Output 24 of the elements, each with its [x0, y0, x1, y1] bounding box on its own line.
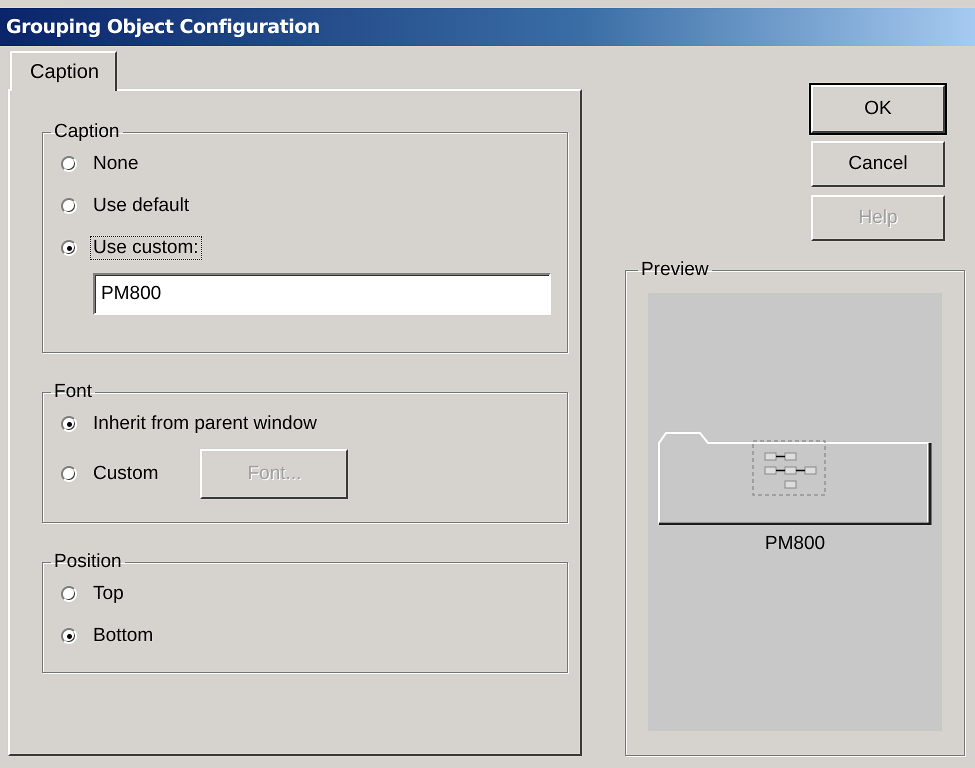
- radio-button[interactable]: Use default: [61, 189, 192, 223]
- dialog-button[interactable]: Cancel: [811, 141, 945, 187]
- group-title: Preview: [640, 259, 710, 281]
- group-title: Font: [53, 381, 94, 403]
- radio-button[interactable]: Custom: [61, 457, 160, 491]
- radio-button[interactable]: Use custom:: [61, 231, 201, 265]
- radio-button[interactable]: Inherit from parent window: [61, 407, 319, 441]
- group-title: Caption: [53, 121, 120, 143]
- radio-button[interactable]: None: [61, 147, 140, 181]
- option-label: Bottom: [92, 625, 154, 647]
- radio-button[interactable]: Bottom: [61, 619, 156, 653]
- preview-caption: PM800: [764, 533, 826, 555]
- option-label: None: [92, 153, 140, 175]
- option-label: Inherit from parent window: [92, 413, 318, 435]
- option-label: Top: [92, 583, 125, 605]
- group-title: Position: [53, 551, 123, 573]
- radio-button[interactable]: Top: [61, 577, 126, 611]
- dialog-button[interactable]: OK: [811, 85, 945, 133]
- option-label: Custom: [92, 463, 160, 485]
- tab[interactable]: Caption: [10, 51, 117, 91]
- option-label: Use default: [92, 195, 190, 217]
- window-title: Grouping Object Configuration: [6, 16, 320, 38]
- option-label: Use custom:: [91, 237, 201, 259]
- caption-field[interactable]: PM800: [93, 273, 551, 315]
